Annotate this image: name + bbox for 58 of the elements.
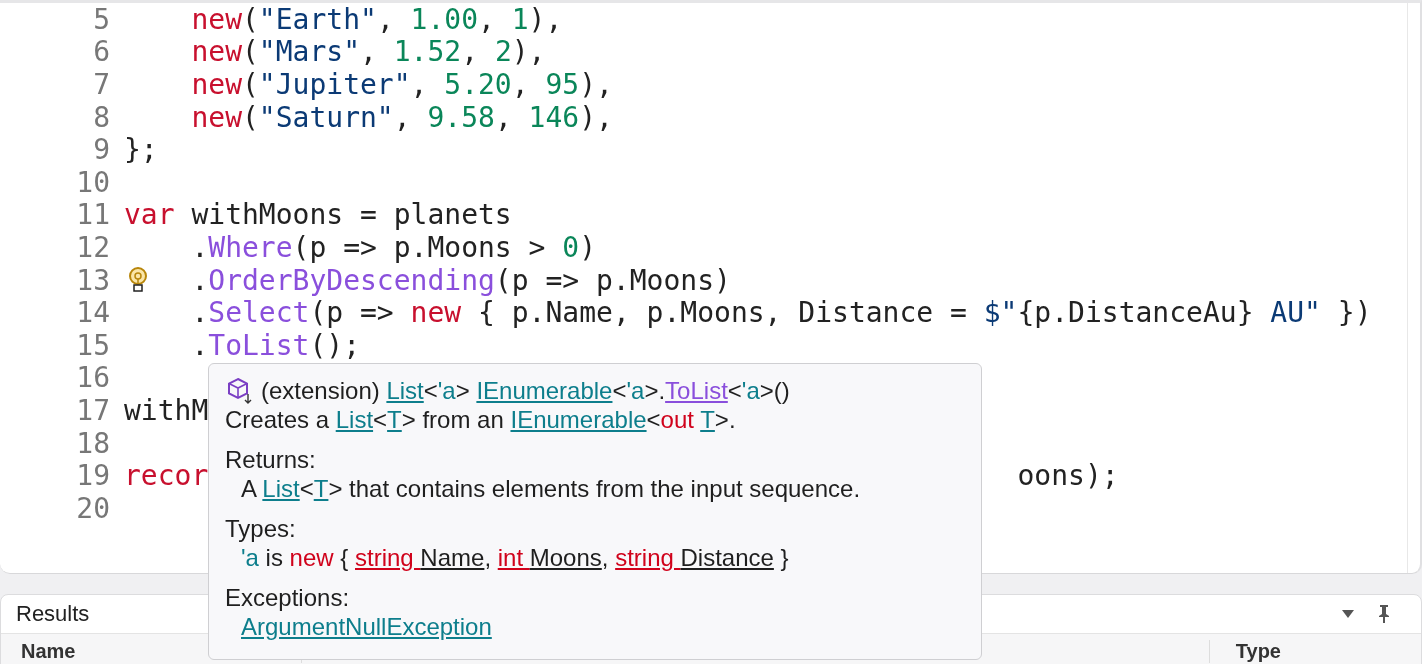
code-line: new("Saturn", 9.58, 146), [191,100,613,134]
dropdown-caret-icon[interactable] [1341,609,1355,619]
description-text: Creates a List<T> from an IEnumerable<out T>. [225,405,737,434]
line-number: 10 [75,165,110,199]
code-line: var withMoons = planets [124,198,512,232]
line-number: 15 [75,328,110,362]
line-number: 14 [75,296,110,330]
type-link[interactable]: List [386,377,424,404]
code-line: new("Jupiter", 5.20, 95), [191,68,613,101]
code-line: .Select(p => new { p.Name, p.Moons, Distance = $"{p.DistanceAu} AU" }) [191,296,1372,330]
extension-method-icon [227,376,253,405]
lightbulb-icon[interactable] [127,265,149,294]
section-heading: Exceptions: [225,583,351,612]
column-header[interactable]: Type [1208,640,1281,663]
type-link[interactable]: List [262,475,300,502]
code-line: }; [124,133,158,167]
line-number: 11 [75,198,110,232]
line-number: 6 [92,35,110,69]
code-line: .ToList(); [191,328,360,362]
code-line: .OrderByDescending(p => p.Moons) [191,263,731,297]
section-heading: Types: [225,514,297,543]
section-heading: Returns: [225,445,317,474]
keyword-link[interactable]: int [497,544,530,571]
type-link[interactable]: T [313,475,329,502]
section-text: 'a is new { string Name, int Moons, string Distance } [240,543,790,572]
type-link[interactable]: IEnumerable [476,377,613,404]
code-line: recor [124,459,209,493]
keyword-link[interactable]: string [615,544,681,571]
line-number: 20 [75,491,110,525]
code-line: withM [124,393,209,427]
method-link[interactable]: ToList [665,377,728,404]
member-link[interactable]: Name [420,544,485,571]
signature-text: (extension) List<'a> IEnumerable<'a>.ToList<'a>() [261,376,790,405]
line-number: 5 [92,2,110,36]
type-link[interactable]: IEnumerable [510,406,647,433]
code-line: .Where(p => p.Moons > 0) [191,230,596,264]
line-number: 13 [75,263,110,297]
line-number: 17 [75,393,110,427]
panel-title: Results [16,601,90,627]
line-number: 19 [75,459,110,493]
section-text: A List<T> that contains elements from the input sequence. [240,474,862,503]
line-number: 12 [75,230,110,264]
pin-icon[interactable] [1377,604,1391,624]
type-link[interactable]: List [335,406,374,433]
code-line: new("Mars", 1.52, 2), [191,35,546,69]
member-link[interactable]: Moons [529,544,602,571]
type-link[interactable]: ArgumentNullException [241,613,492,640]
type-link[interactable]: T [700,406,715,433]
line-number: 7 [92,68,110,101]
code-line: new("Earth", 1.00, 1), [191,2,563,36]
code-line: oons); [1017,459,1119,493]
keyword-link[interactable]: string [355,544,421,571]
line-number: 9 [92,133,110,167]
type-link[interactable]: T [387,406,402,433]
member-link[interactable]: Distance [680,544,774,571]
line-number: 8 [92,100,110,134]
line-number: 16 [75,361,110,395]
line-number: 18 [75,426,110,460]
